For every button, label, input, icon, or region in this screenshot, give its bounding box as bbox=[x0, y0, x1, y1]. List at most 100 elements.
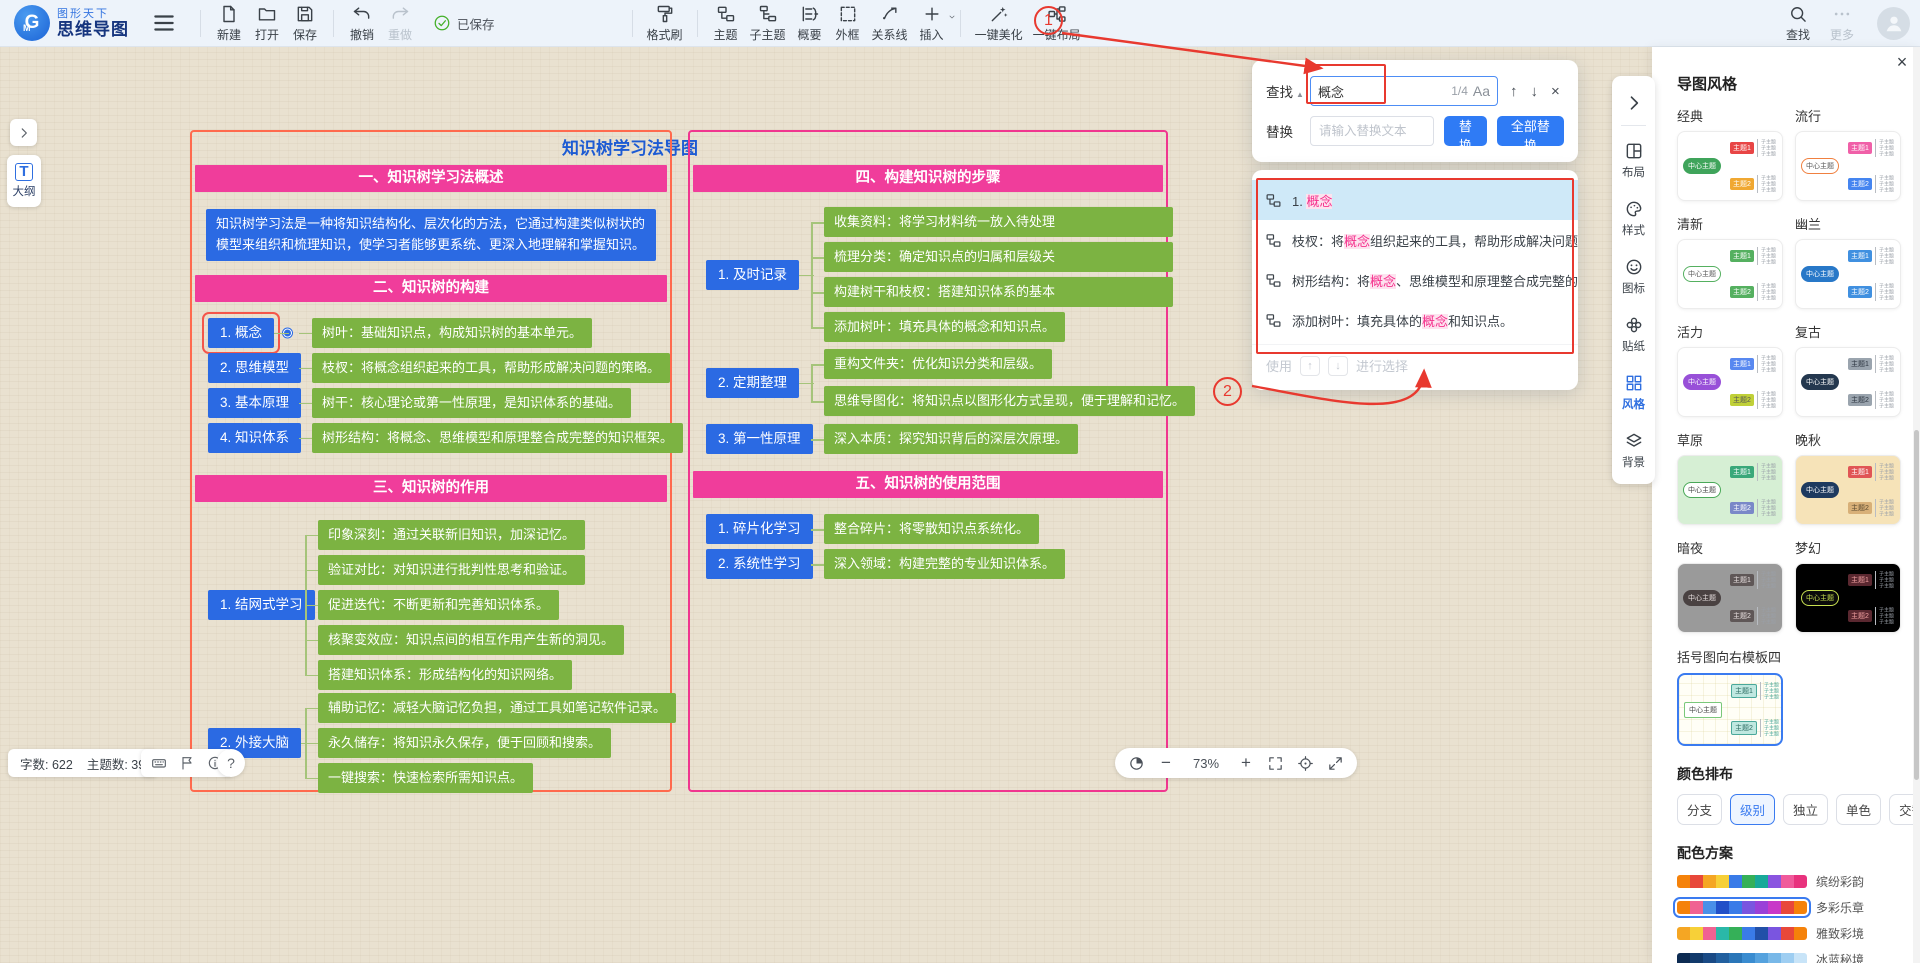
menu-hamburger-icon[interactable] bbox=[151, 10, 177, 36]
color-layout-chip-级别[interactable]: 级别 bbox=[1730, 794, 1776, 825]
toolbar-find-button[interactable]: 查找 bbox=[1779, 4, 1817, 43]
find-next-button[interactable]: ↓ bbox=[1531, 83, 1539, 100]
toolbar-undo-button[interactable]: 撤销 bbox=[343, 4, 381, 43]
rail-theme-button[interactable]: 风格 bbox=[1612, 362, 1655, 420]
topic-node[interactable]: 4. 知识体系 bbox=[208, 422, 317, 453]
color-scheme-row[interactable]: 雅致彩境 bbox=[1677, 925, 1902, 942]
subtopic-node[interactable]: 印象深刻：通过关联新旧知识，加深记忆。 bbox=[304, 519, 586, 550]
rail-sticker-button[interactable]: 贴纸 bbox=[1612, 304, 1655, 362]
section-banner-topic[interactable]: 一、知识树学习法概述 bbox=[195, 165, 667, 192]
topic-node[interactable]: 1. 及时记录 bbox=[706, 259, 815, 290]
subtopic-node[interactable]: 核聚变效应：知识点间的相互作用产生新的洞见。 bbox=[304, 624, 625, 655]
close-find-button[interactable]: × bbox=[1551, 83, 1560, 100]
section-banner-topic[interactable]: 四、构建知识树的步骤 bbox=[693, 165, 1163, 192]
subtopic-node[interactable]: 永久储存：将知识永久保存，便于回顾和搜索。 bbox=[304, 727, 612, 758]
toolbar-insert-button[interactable]: 插入 bbox=[913, 4, 954, 43]
color-layout-chip-独立[interactable]: 独立 bbox=[1783, 794, 1829, 825]
avatar[interactable] bbox=[1877, 6, 1910, 40]
fit-screen-icon[interactable] bbox=[1267, 755, 1284, 772]
subtopic-node[interactable]: 一键搜索：快速检索所需知识点。 bbox=[304, 762, 534, 793]
subtopic-node[interactable]: 收集资料：将学习材料统一放入待处理 bbox=[810, 207, 1174, 237]
expand-left-panel-button[interactable] bbox=[10, 119, 37, 146]
toolbar-new-button[interactable]: 新建 bbox=[210, 4, 248, 43]
subtopic-node[interactable]: 枝杈：将概念组织起来的工具，帮助形成解决问题的策略。 bbox=[298, 352, 671, 383]
rail-collapse-button[interactable] bbox=[1612, 82, 1655, 121]
case-sensitive-toggle[interactable]: Aa bbox=[1473, 83, 1490, 99]
toolbar-frame-button[interactable]: 外框 bbox=[829, 4, 867, 43]
subtopic-node[interactable]: 深入领域：构建完整的专业知识体系。 bbox=[810, 549, 1066, 579]
subtopic-node[interactable]: 思维导图化：将知识点以图形化方式呈现，便于理解和记忆。 bbox=[810, 386, 1196, 416]
color-layout-chip-分支[interactable]: 分支 bbox=[1677, 794, 1723, 825]
outline-view-button[interactable]: T 大纲 bbox=[7, 155, 41, 207]
subtopic-node[interactable]: 树叶：基础知识点，构成知识树的基本单元。 bbox=[298, 317, 593, 348]
subtopic-node[interactable]: 辅助记忆：减轻大脑记忆负担，通过工具如笔记软件记录。 bbox=[304, 692, 677, 723]
search-result-row[interactable]: 添加树叶：填充具体的概念和知识点。 bbox=[1252, 300, 1578, 340]
zoom-in-button[interactable]: + bbox=[1238, 753, 1254, 773]
topic-node[interactable]: 2. 思维模型 bbox=[208, 352, 317, 383]
subtopic-node[interactable]: 验证对比：对知识进行批判性思考和验证。 bbox=[304, 554, 586, 585]
rail-layout-button[interactable]: 布局 bbox=[1612, 130, 1655, 188]
subtopic-node[interactable]: 树干：核心理论或第一性原理，是知识体系的基础。 bbox=[298, 387, 632, 418]
collapse-dot-icon[interactable] bbox=[283, 328, 293, 338]
rail-background-button[interactable]: 背景 bbox=[1612, 420, 1655, 478]
zoom-level[interactable]: 73% bbox=[1187, 756, 1225, 771]
topic-node[interactable]: 3. 基本原理 bbox=[208, 387, 317, 418]
style-thumbnail-草原[interactable]: 中心主题 主题1 子主题 子主题 子主题 主题2 子主题 子主题 子主题 bbox=[1677, 455, 1783, 525]
panel-scrollbar[interactable] bbox=[1913, 47, 1920, 963]
toolbar-beautify-button[interactable]: 一键美化 bbox=[970, 4, 1028, 43]
topic-node[interactable]: 1. 结网式学习 bbox=[208, 589, 329, 620]
section-banner-topic[interactable]: 二、知识树的构建 bbox=[195, 274, 667, 302]
replace-button[interactable]: 替换 bbox=[1444, 116, 1487, 153]
style-thumbnail-梦幻[interactable]: 中心主题 主题1 子主题 子主题 子主题 主题2 子主题 子主题 子主题 bbox=[1795, 563, 1901, 633]
close-panel-button[interactable]: × bbox=[1892, 53, 1912, 73]
rail-style-button[interactable]: 样式 bbox=[1612, 188, 1655, 246]
style-thumbnail-活力[interactable]: 中心主题 主题1 子主题 子主题 子主题 主题2 子主题 子主题 子主题 bbox=[1677, 347, 1783, 417]
toolbar-relation-button[interactable]: 关系线 bbox=[867, 4, 913, 43]
subtopic-node[interactable]: 搭建知识体系：形成结构化的知识网络。 bbox=[304, 659, 573, 690]
toolbar-more-button[interactable]: 更多 bbox=[1823, 4, 1861, 43]
toolbar-topic-button[interactable]: 主题 bbox=[707, 4, 745, 43]
toolbar-format-painter-button[interactable]: 格式刷 bbox=[642, 4, 688, 43]
section-banner-topic[interactable]: 五、知识树的使用范围 bbox=[693, 471, 1163, 498]
search-result-row[interactable]: 枝杈：将概念组织起来的工具，帮助形成解决问题… bbox=[1252, 220, 1578, 260]
topic-node[interactable]: 2. 系统性学习 bbox=[706, 549, 827, 579]
template-thumbnail-selected[interactable]: 中心主题 主题1 子主题 子主题 子主题 主题2 子主题 子主题 子主题 bbox=[1677, 673, 1783, 746]
subtopic-node[interactable]: 促进迭代：不断更新和完善知识体系。 bbox=[304, 589, 560, 620]
subtopic-node[interactable]: 梳理分类：确定知识点的归属和层级关 bbox=[810, 242, 1174, 272]
color-scheme-row[interactable]: 多彩乐章 bbox=[1673, 897, 1902, 918]
toolbar-subtopic-button[interactable]: 子主题 bbox=[745, 4, 791, 43]
rail-icon-button[interactable]: 图标 bbox=[1612, 246, 1655, 304]
topic-node[interactable]: 2. 定期整理 bbox=[706, 367, 815, 398]
find-input[interactable]: 概念 1/4 Aa bbox=[1310, 76, 1498, 106]
shortcuts-keyboard-icon[interactable] bbox=[151, 755, 167, 771]
subtopic-node[interactable]: 树形结构：将概念、思维模型和原理整合成完整的知识框架。 bbox=[298, 422, 684, 453]
find-label[interactable]: 查找 ▲ bbox=[1266, 81, 1310, 101]
minimap-icon[interactable] bbox=[1128, 755, 1145, 772]
style-thumbnail-暗夜[interactable]: 中心主题 主题1 子主题 子主题 子主题 主题2 子主题 子主题 子主题 bbox=[1677, 563, 1783, 633]
toolbar-save-button[interactable]: 保存 bbox=[286, 4, 324, 43]
replace-input[interactable] bbox=[1310, 116, 1434, 146]
topic-node[interactable]: 1. 碎片化学习 bbox=[706, 514, 827, 544]
search-result-row[interactable]: 1. 概念 bbox=[1252, 180, 1578, 220]
center-map-icon[interactable] bbox=[1297, 755, 1314, 772]
color-scheme-row[interactable]: 缤纷彩韵 bbox=[1677, 873, 1902, 890]
subtopic-node[interactable]: 重构文件夹：优化知识分类和层级。 bbox=[810, 349, 1053, 379]
subtopic-node[interactable]: 深入本质：探究知识背后的深层次原理。 bbox=[810, 424, 1079, 454]
style-thumbnail-幽兰[interactable]: 中心主题 主题1 子主题 子主题 子主题 主题2 子主题 子主题 子主题 bbox=[1795, 239, 1901, 309]
toolbar-open-button[interactable]: 打开 bbox=[248, 4, 286, 43]
topic-node[interactable]: 3. 第一性原理 bbox=[706, 424, 827, 454]
help-button[interactable]: ? bbox=[217, 749, 245, 777]
section-banner-topic[interactable]: 三、知识树的作用 bbox=[195, 474, 667, 502]
style-thumbnail-流行[interactable]: 中心主题 主题1 子主题 子主题 子主题 主题2 子主题 子主题 子主题 bbox=[1795, 131, 1901, 201]
style-thumbnail-晚秋[interactable]: 中心主题 主题1 子主题 子主题 子主题 主题2 子主题 子主题 子主题 bbox=[1795, 455, 1901, 525]
topic-node-search-match[interactable]: 1. 概念 bbox=[201, 311, 293, 354]
color-layout-chip-单色[interactable]: 单色 bbox=[1836, 794, 1882, 825]
style-thumbnail-清新[interactable]: 中心主题 主题1 子主题 子主题 子主题 主题2 子主题 子主题 子主题 bbox=[1677, 239, 1783, 309]
search-result-row[interactable]: 树形结构：将概念、思维模型和原理整合成完整的… bbox=[1252, 260, 1578, 300]
subtopic-node[interactable]: 整合碎片：将零散知识点系统化。 bbox=[810, 514, 1040, 544]
toolbar-summary-button[interactable]: 概要 bbox=[791, 4, 829, 43]
style-thumbnail-经典[interactable]: 中心主题 主题1 子主题 子主题 子主题 主题2 子主题 子主题 子主题 bbox=[1677, 131, 1783, 201]
zoom-out-button[interactable]: − bbox=[1158, 753, 1174, 773]
subtopic-node[interactable]: 构建树干和枝杈：搭建知识体系的基本 bbox=[810, 277, 1174, 307]
fullscreen-icon[interactable] bbox=[1327, 755, 1344, 772]
